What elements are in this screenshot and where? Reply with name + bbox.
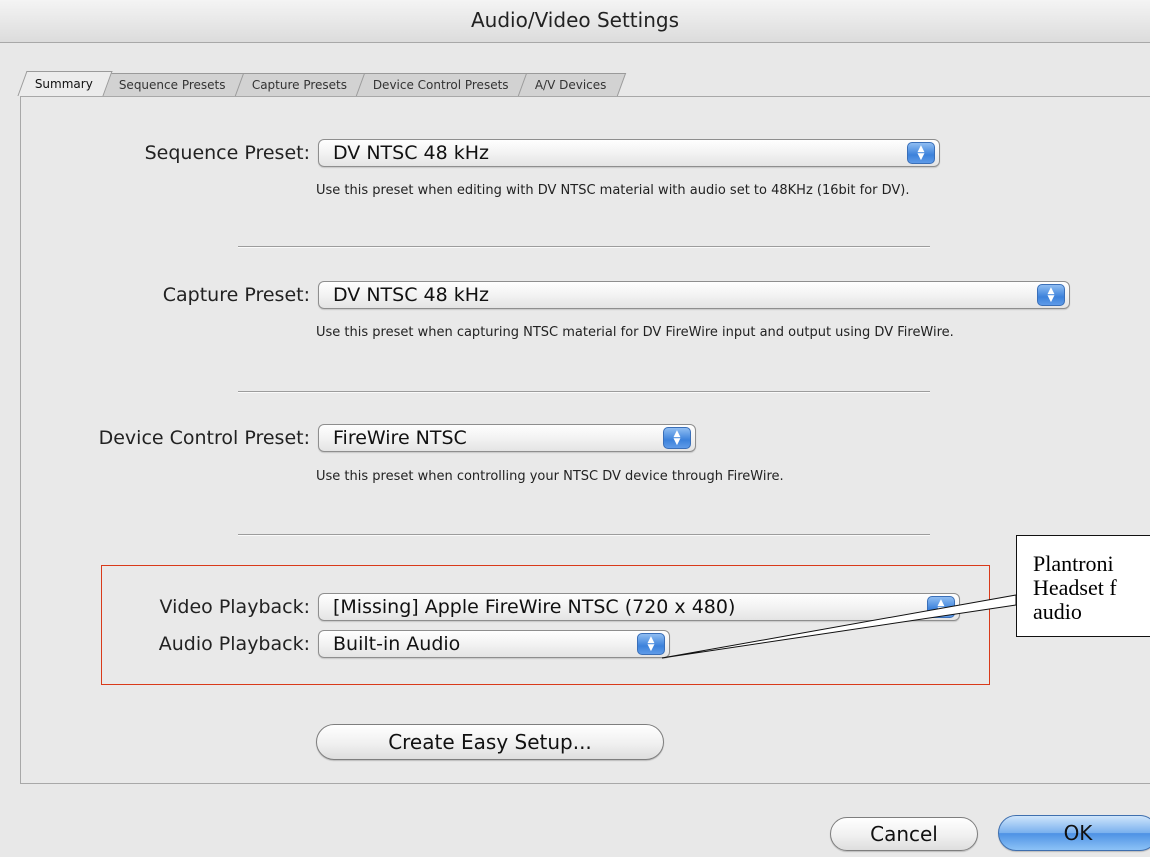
capture-preset-value: DV NTSC 48 kHz bbox=[333, 284, 489, 306]
capture-preset-label: Capture Preset: bbox=[162, 284, 310, 306]
window-title: Audio/Video Settings bbox=[0, 0, 1150, 43]
tab-device-control-presets[interactable]: Device Control Presets bbox=[355, 73, 528, 96]
device-control-preset-help: Use this preset when controlling your NT… bbox=[316, 469, 784, 484]
separator bbox=[238, 391, 930, 393]
separator bbox=[238, 534, 930, 536]
popup-arrows-icon: ▲ ▼ bbox=[927, 596, 955, 618]
sequence-preset-value: DV NTSC 48 kHz bbox=[333, 142, 489, 164]
tab-av-devices[interactable]: A/V Devices bbox=[517, 73, 626, 96]
tab-sequence-presets[interactable]: Sequence Presets bbox=[101, 73, 245, 96]
capture-preset-popup[interactable]: DV NTSC 48 kHz ▲ ▼ bbox=[318, 281, 1070, 309]
sequence-preset-help: Use this preset when editing with DV NTS… bbox=[316, 183, 910, 198]
ok-button[interactable]: OK bbox=[998, 815, 1150, 851]
video-playback-label: Video Playback: bbox=[159, 596, 310, 618]
video-playback-value: [Missing] Apple FireWire NTSC (720 x 480… bbox=[333, 596, 736, 618]
popup-arrows-icon: ▲ ▼ bbox=[907, 142, 935, 164]
highlight-box bbox=[101, 565, 990, 685]
tab-av-devices-label: A/V Devices bbox=[534, 78, 607, 92]
popup-arrows-icon: ▲ ▼ bbox=[1037, 284, 1065, 306]
audio-playback-label: Audio Playback: bbox=[158, 633, 310, 655]
create-easy-setup-button[interactable]: Create Easy Setup... bbox=[316, 724, 664, 760]
tab-capture-presets[interactable]: Capture Presets bbox=[234, 73, 367, 96]
tab-summary[interactable]: Summary bbox=[17, 71, 113, 96]
annotation-callout: Plantroni Headset f audio bbox=[1016, 535, 1150, 637]
tab-capture-presets-label: Capture Presets bbox=[251, 78, 347, 92]
audio-playback-popup[interactable]: Built-in Audio ▲ ▼ bbox=[318, 630, 670, 658]
sequence-preset-label: Sequence Preset: bbox=[144, 142, 310, 164]
tab-summary-label: Summary bbox=[34, 77, 93, 91]
callout-line: Plantroni bbox=[1033, 551, 1114, 576]
capture-preset-help: Use this preset when capturing NTSC mate… bbox=[316, 325, 954, 340]
device-control-preset-popup[interactable]: FireWire NTSC ▲ ▼ bbox=[318, 424, 696, 452]
tab-sequence-presets-label: Sequence Presets bbox=[118, 78, 226, 92]
callout-line: audio bbox=[1033, 599, 1082, 624]
audio-playback-value: Built-in Audio bbox=[333, 633, 461, 655]
popup-arrows-icon: ▲ ▼ bbox=[637, 633, 665, 655]
popup-arrows-icon: ▲ ▼ bbox=[663, 427, 691, 449]
tab-bar: Summary Sequence Presets Capture Presets… bbox=[17, 71, 626, 96]
separator bbox=[238, 246, 930, 248]
callout-line: Headset f bbox=[1033, 575, 1117, 600]
device-control-preset-value: FireWire NTSC bbox=[333, 427, 467, 449]
video-playback-popup[interactable]: [Missing] Apple FireWire NTSC (720 x 480… bbox=[318, 593, 960, 621]
sequence-preset-popup[interactable]: DV NTSC 48 kHz ▲ ▼ bbox=[318, 139, 940, 167]
cancel-button[interactable]: Cancel bbox=[830, 817, 978, 851]
tab-device-control-presets-label: Device Control Presets bbox=[372, 78, 509, 92]
device-control-preset-label: Device Control Preset: bbox=[98, 427, 310, 449]
